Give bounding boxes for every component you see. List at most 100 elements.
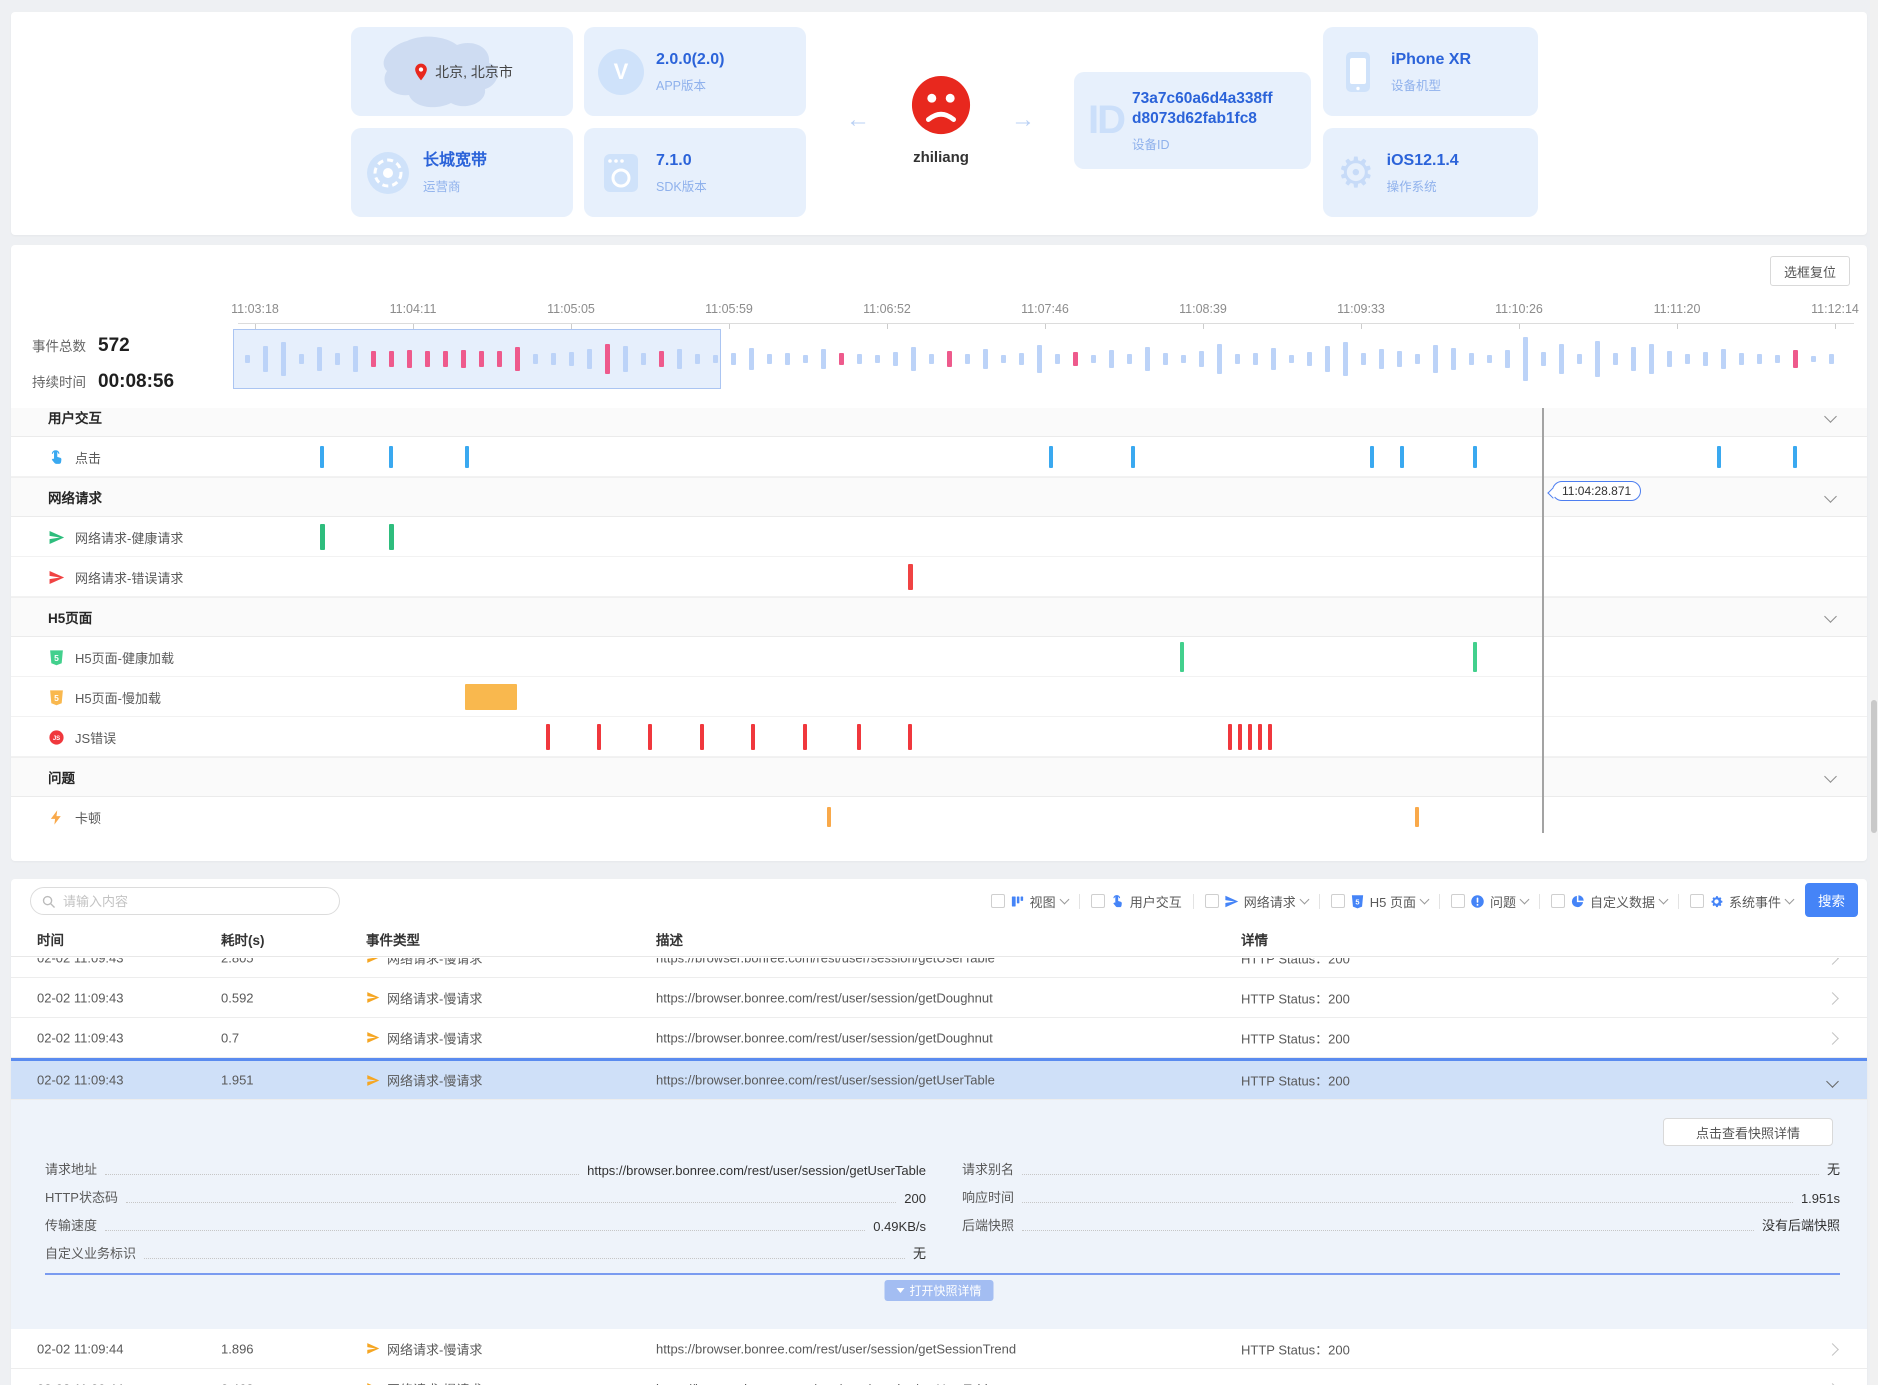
chevron-down-icon[interactable] xyxy=(1824,610,1837,623)
search-button[interactable]: 搜索 xyxy=(1805,883,1858,917)
checkbox[interactable] xyxy=(1091,894,1105,908)
touch-icon xyxy=(1110,894,1125,909)
filter-item-1[interactable]: 视图 xyxy=(991,892,1068,911)
timeline-cursor-line[interactable] xyxy=(1542,408,1544,833)
event-mark[interactable] xyxy=(1180,642,1184,672)
chevron-down-icon[interactable] xyxy=(1824,770,1837,783)
chevron-right-icon[interactable] xyxy=(1826,958,1839,965)
minimap-event-bar xyxy=(281,342,286,376)
chevron-right-icon[interactable] xyxy=(1826,992,1839,1005)
event-mark[interactable] xyxy=(1370,446,1374,468)
event-mark[interactable] xyxy=(1717,446,1721,468)
event-mark[interactable] xyxy=(546,724,550,750)
filter-item-2[interactable]: 用户交互 xyxy=(1091,892,1182,911)
event-mark[interactable] xyxy=(597,724,601,750)
event-mark[interactable] xyxy=(1400,446,1404,468)
checkbox[interactable] xyxy=(1551,894,1565,908)
row-type-label: 网络请求-慢请求 xyxy=(387,1028,482,1047)
svg-text:5: 5 xyxy=(54,693,59,703)
minimap-event-bar xyxy=(1055,354,1060,364)
event-mark[interactable] xyxy=(827,807,831,827)
event-mark[interactable] xyxy=(320,446,324,468)
event-mark[interactable] xyxy=(1248,724,1252,750)
filter-item-5[interactable]: 问题 xyxy=(1451,892,1528,911)
filter-item-3[interactable]: 网络请求 xyxy=(1205,892,1308,911)
table-row[interactable]: 02-02 11:09:441.896https://browser.bonre… xyxy=(11,1329,1867,1369)
dotted-leader xyxy=(144,1258,905,1259)
sad-face-icon xyxy=(910,74,972,136)
checkbox[interactable] xyxy=(1451,894,1465,908)
detail-field: 响应时间1.951s xyxy=(962,1184,1840,1212)
checkbox[interactable] xyxy=(1331,894,1345,908)
minimap-event-bar xyxy=(1793,350,1798,368)
table-row[interactable]: 02-02 11:09:431.951https://browser.bonre… xyxy=(11,1058,1867,1100)
event-mark[interactable] xyxy=(1473,446,1477,468)
column-header: 详情 xyxy=(1241,929,1268,949)
event-mark[interactable] xyxy=(700,724,704,750)
event-mark[interactable] xyxy=(1415,807,1419,827)
minimap-event-bar xyxy=(767,354,772,364)
chevron-right-icon[interactable] xyxy=(1826,1032,1839,1045)
filter-item-6[interactable]: 自定义数据 xyxy=(1551,892,1667,911)
event-mark[interactable] xyxy=(857,724,861,750)
event-mark[interactable] xyxy=(1238,724,1242,750)
axis-tick-label: 11:10:26 xyxy=(1495,302,1543,316)
chevron-down-icon[interactable] xyxy=(1826,1075,1839,1088)
chevron-right-icon[interactable] xyxy=(1826,1343,1839,1356)
event-mark[interactable] xyxy=(908,724,912,750)
detail-field-label: HTTP状态码 xyxy=(45,1187,118,1206)
minimap-event-bar xyxy=(1811,356,1816,362)
filter-separator xyxy=(1193,894,1194,909)
chevron-down-icon[interactable] xyxy=(1824,410,1837,423)
search-input[interactable] xyxy=(30,887,340,915)
minimap-event-bar xyxy=(1127,354,1132,364)
event-range-mark[interactable] xyxy=(465,684,517,710)
checkbox[interactable] xyxy=(991,894,1005,908)
svg-text:JS: JS xyxy=(53,735,60,741)
event-mark[interactable] xyxy=(1258,724,1262,750)
scrollbar-thumb[interactable] xyxy=(1871,700,1877,833)
arrow-right-icon: → xyxy=(1011,106,1035,134)
minimap-event-bar xyxy=(911,347,916,371)
snapshot-detail-button[interactable]: 点击查看快照详情 xyxy=(1663,1118,1833,1146)
checkbox[interactable] xyxy=(1690,894,1704,908)
filter-item-7[interactable]: 系统事件 xyxy=(1690,892,1793,911)
track-row-head: 卡顿 xyxy=(48,797,101,833)
event-mark[interactable] xyxy=(1793,446,1797,468)
event-mark[interactable] xyxy=(320,524,325,550)
event-mark[interactable] xyxy=(1049,446,1053,468)
minimap-event-bar xyxy=(569,352,574,366)
page-scrollbar[interactable] xyxy=(1870,0,1878,1385)
event-mark[interactable] xyxy=(803,724,807,750)
app-version-value: 2.0.0(2.0) xyxy=(656,50,724,70)
h5-icon: 5 xyxy=(48,649,65,666)
event-mark[interactable] xyxy=(1131,446,1135,468)
chevron-down-icon[interactable] xyxy=(1824,490,1837,503)
minimap-strip[interactable] xyxy=(238,330,1854,388)
event-mark[interactable] xyxy=(751,724,755,750)
track-group-header[interactable]: 问题 xyxy=(11,757,1867,797)
event-mark[interactable] xyxy=(389,446,393,468)
checkbox[interactable] xyxy=(1205,894,1219,908)
minimap-event-bar xyxy=(1217,344,1222,374)
event-mark[interactable] xyxy=(465,446,469,468)
reset-selection-button[interactable]: 选框复位 xyxy=(1770,256,1850,286)
track-group-header[interactable]: 用户交互 xyxy=(11,408,1867,437)
open-snapshot-button[interactable]: 打开快照详情 xyxy=(884,1280,993,1301)
event-mark[interactable] xyxy=(908,564,913,590)
event-mark[interactable] xyxy=(1268,724,1272,750)
minimap-brush[interactable] xyxy=(233,329,721,389)
table-row[interactable]: 02-02 11:09:440.462https://browser.bonre… xyxy=(11,1369,1867,1385)
send-icon xyxy=(366,1073,380,1087)
filter-item-4[interactable]: 5H5 页面 xyxy=(1331,892,1428,911)
event-mark[interactable] xyxy=(648,724,652,750)
event-mark[interactable] xyxy=(1473,642,1477,672)
table-row[interactable]: 02-02 11:09:430.7https://browser.bonree.… xyxy=(11,1018,1867,1058)
event-mark[interactable] xyxy=(1228,724,1232,750)
carrier-value: 长城宽带 xyxy=(423,151,487,171)
track-group-header[interactable]: H5页面 xyxy=(11,597,1867,637)
event-mark[interactable] xyxy=(389,524,394,550)
table-row[interactable]: 02-02 11:09:430.592https://browser.bonre… xyxy=(11,978,1867,1018)
location-card: 北京, 北京市 xyxy=(351,27,573,116)
table-row[interactable]: 02-02 11:09:432.805https://browser.bonre… xyxy=(11,958,1867,978)
